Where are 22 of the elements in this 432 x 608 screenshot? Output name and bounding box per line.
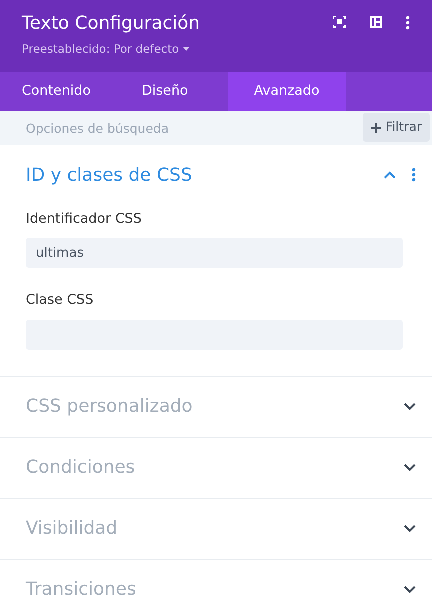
input-field[interactable]: ultimas: [26, 238, 403, 268]
section-title[interactable]: ID y clases de CSS: [26, 162, 192, 188]
field-label: Identificador CSS: [26, 210, 143, 229]
tab[interactable]: Contenido: [0, 72, 120, 111]
more-icon[interactable]: [406, 16, 410, 30]
search-field[interactable]: Opciones de búsqueda: [0, 111, 363, 145]
chevron-down-icon[interactable]: [404, 524, 416, 532]
chevron-down-icon[interactable]: [404, 586, 416, 594]
chevron-up-icon[interactable]: [384, 171, 396, 179]
chevron-down-icon[interactable]: [404, 402, 416, 410]
layout-icon[interactable]: [370, 16, 382, 28]
tab[interactable]: Avanzado: [228, 72, 346, 111]
filter-button[interactable]: Filtrar: [362, 113, 430, 142]
caret-icon: [183, 47, 190, 51]
panel-title: Texto Configuración: [22, 12, 200, 36]
more-icon[interactable]: [412, 168, 416, 182]
preset-dropdown[interactable]: Preestablecido: Por defecto: [22, 39, 190, 59]
plus-icon: [370, 122, 381, 132]
field-label: Clase CSS: [26, 291, 95, 310]
chevron-down-icon[interactable]: [404, 464, 416, 472]
expand-icon[interactable]: [333, 16, 346, 28]
tab[interactable]: Diseño: [120, 72, 228, 111]
